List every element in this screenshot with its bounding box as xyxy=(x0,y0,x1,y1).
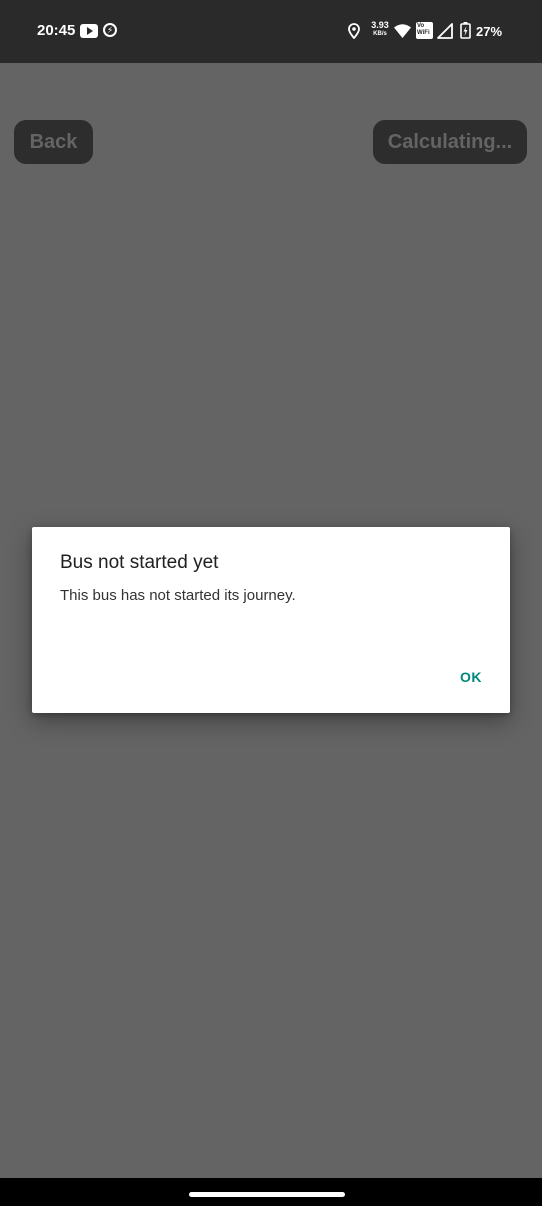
status-bar: 20:45 ⚡ 3.93 KB/s Vo WiFi 27% xyxy=(0,0,542,63)
ok-button[interactable]: OK xyxy=(452,663,490,691)
charging-bolt-icon: ⚡ xyxy=(103,23,117,37)
back-button[interactable]: Back xyxy=(14,120,93,164)
vowifi-line1: Vo xyxy=(417,23,425,29)
network-speed-unit: KB/s xyxy=(373,31,387,37)
dialog-message: This bus has not started its journey. xyxy=(60,587,296,604)
status-time: 20:45 xyxy=(37,22,76,39)
alert-dialog: Bus not started yet This bus has not sta… xyxy=(32,527,510,713)
signal-icon xyxy=(437,23,453,39)
dialog-title: Bus not started yet xyxy=(60,552,219,573)
gesture-handle[interactable] xyxy=(189,1192,345,1197)
vowifi-icon: Vo WiFi xyxy=(416,22,433,39)
calculating-button[interactable]: Calculating... xyxy=(373,120,527,164)
network-speed-value: 3.93 xyxy=(371,20,389,30)
wifi-icon xyxy=(394,24,411,38)
battery-percent: 27% xyxy=(476,24,503,39)
youtube-icon xyxy=(80,24,98,38)
location-icon xyxy=(348,23,360,39)
network-speed: 3.93 KB/s xyxy=(368,20,392,38)
navigation-bar xyxy=(0,1178,542,1206)
vowifi-line2: WiFi xyxy=(417,30,430,36)
battery-icon xyxy=(460,22,471,39)
